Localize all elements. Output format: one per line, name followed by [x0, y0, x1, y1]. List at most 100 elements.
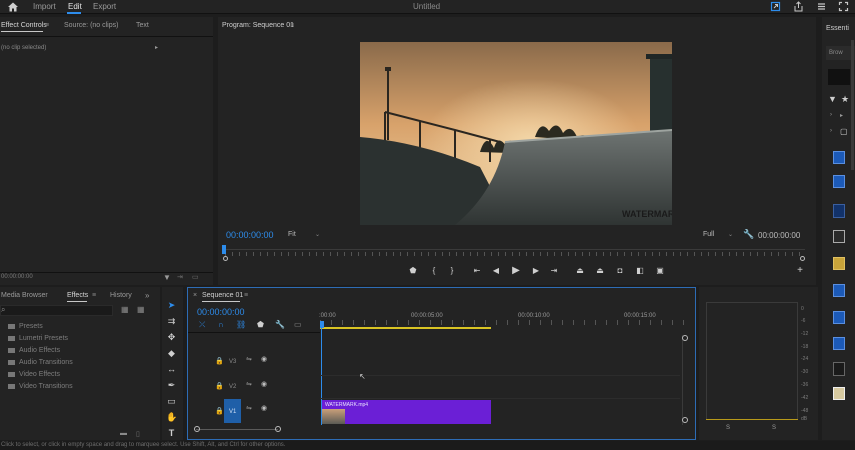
- scrub-bar[interactable]: [225, 249, 805, 250]
- list-item[interactable]: Audio Effects: [8, 347, 60, 354]
- selection-tool-icon[interactable]: ➤: [166, 300, 177, 311]
- template-thumbnail[interactable]: [833, 311, 845, 324]
- panel-menu-icon[interactable]: ≡: [244, 292, 248, 299]
- program-video-frame[interactable]: WATERMARK: [360, 42, 672, 225]
- scroll-handle-left[interactable]: [223, 256, 228, 261]
- lock-icon[interactable]: 🔒: [215, 382, 224, 390]
- expand-arrow-icon[interactable]: ▸: [155, 44, 158, 51]
- expand-arrow-icon[interactable]: ▸: [840, 112, 843, 119]
- list-item[interactable]: Video Transitions: [8, 383, 73, 390]
- add-button-icon[interactable]: +: [795, 266, 805, 276]
- multicam-icon[interactable]: ▣: [655, 266, 665, 276]
- accelerated-effects-icon[interactable]: ▦: [121, 305, 129, 314]
- template-folder-icon[interactable]: ▢: [840, 127, 848, 136]
- go-to-in-icon[interactable]: ⇤: [472, 266, 482, 276]
- settings-icon[interactable]: ▭: [192, 273, 199, 281]
- template-thumbnail[interactable]: [833, 337, 845, 350]
- camera-icon[interactable]: ◘: [615, 266, 625, 276]
- add-marker-icon[interactable]: ⬟: [257, 320, 264, 329]
- menu-edit[interactable]: Edit: [68, 2, 82, 11]
- tab-effect-controls[interactable]: Effect Controls: [1, 22, 47, 29]
- home-icon[interactable]: [7, 1, 19, 13]
- list-item[interactable]: Presets: [8, 323, 43, 330]
- sync-lock-icon[interactable]: ⇋: [246, 355, 252, 363]
- rectangle-tool-icon[interactable]: ▭: [166, 396, 177, 407]
- solo-right-button[interactable]: S: [772, 425, 776, 431]
- razor-tool-icon[interactable]: ◆: [166, 348, 177, 359]
- mark-in-icon[interactable]: {: [429, 266, 439, 276]
- expand-arrow-icon[interactable]: ›: [830, 112, 832, 118]
- delete-icon[interactable]: ▯: [136, 430, 140, 438]
- scrollbar[interactable]: [851, 40, 854, 170]
- list-item[interactable]: Video Effects: [8, 371, 60, 378]
- fullscreen-icon[interactable]: [838, 1, 849, 12]
- star-icon[interactable]: ★: [841, 94, 849, 105]
- track-select-tool-icon[interactable]: ⇉: [166, 316, 177, 327]
- program-timecode-current[interactable]: 00:00:00:00: [226, 230, 274, 240]
- tab-sequence-01[interactable]: Sequence 01: [202, 292, 243, 299]
- quality-dropdown[interactable]: Full: [703, 231, 714, 238]
- menu-icon[interactable]: [816, 1, 827, 12]
- new-folder-icon[interactable]: ▬: [120, 430, 127, 437]
- scroll-handle-right[interactable]: [275, 426, 281, 432]
- horizontal-scrollbar[interactable]: [196, 429, 278, 430]
- template-thumbnail[interactable]: [833, 204, 845, 218]
- sync-lock-icon[interactable]: ⇋: [246, 404, 252, 412]
- chevron-down-icon[interactable]: ⌄: [315, 231, 320, 238]
- wrench-icon[interactable]: 🔧: [275, 320, 285, 329]
- template-thumbnail[interactable]: [833, 362, 845, 376]
- quick-export-icon[interactable]: [770, 1, 781, 12]
- chevron-down-icon[interactable]: ⌄: [728, 231, 733, 238]
- play-icon[interactable]: ▶: [511, 266, 521, 276]
- template-thumbnail[interactable]: [833, 175, 845, 188]
- timeline-playhead-handle[interactable]: [320, 321, 324, 328]
- filter-icon[interactable]: ▼: [828, 94, 837, 104]
- fit-dropdown[interactable]: Fit: [288, 231, 296, 238]
- menu-import[interactable]: Import: [33, 2, 56, 11]
- share-icon[interactable]: [793, 1, 804, 12]
- go-to-out-icon[interactable]: ⇥: [549, 266, 559, 276]
- linked-selection-icon[interactable]: ⛓: [236, 320, 246, 329]
- hand-tool-icon[interactable]: ✋: [166, 412, 177, 423]
- tab-source[interactable]: Source: (no clips): [64, 22, 118, 29]
- pen-tool-icon[interactable]: ✒: [166, 380, 177, 391]
- work-area-bar[interactable]: [320, 327, 491, 329]
- expand-arrow-icon[interactable]: ›: [830, 128, 832, 134]
- scroll-handle-bottom[interactable]: [682, 417, 688, 423]
- panel-menu-icon[interactable]: ≡: [290, 22, 294, 29]
- tab-media-browser[interactable]: Media Browser: [1, 292, 48, 299]
- comparison-view-icon[interactable]: ◧: [635, 266, 645, 276]
- filter-icon[interactable]: ▼: [163, 273, 171, 282]
- close-icon[interactable]: ×: [193, 292, 197, 299]
- solo-left-button[interactable]: S: [726, 425, 730, 431]
- list-item[interactable]: Lumetri Presets: [8, 335, 68, 342]
- mark-out-icon[interactable]: }: [447, 266, 457, 276]
- lock-icon[interactable]: 🔒: [215, 407, 224, 415]
- menu-export[interactable]: Export: [93, 2, 116, 11]
- slip-tool-icon[interactable]: ↔: [166, 364, 177, 375]
- graphics-search-input[interactable]: [828, 69, 850, 85]
- panel-menu-icon[interactable]: ≡: [45, 22, 49, 29]
- effects-search-input[interactable]: [0, 305, 113, 316]
- timeline-timecode[interactable]: 00:00:00:00: [197, 307, 245, 317]
- scroll-handle-top[interactable]: [682, 335, 688, 341]
- vertical-scrollbar[interactable]: [682, 335, 688, 425]
- more-tabs-icon[interactable]: »: [145, 291, 149, 300]
- lift-icon[interactable]: ⏏: [575, 266, 585, 276]
- scroll-handle-right[interactable]: [800, 256, 805, 261]
- playhead[interactable]: [222, 245, 226, 254]
- add-marker-icon[interactable]: ⬟: [408, 266, 418, 276]
- wrench-icon[interactable]: 🔧: [743, 229, 754, 240]
- step-back-icon[interactable]: ◀: [491, 266, 501, 276]
- captions-icon[interactable]: ▭: [294, 320, 302, 329]
- template-thumbnail[interactable]: [833, 284, 845, 297]
- template-thumbnail[interactable]: [833, 230, 845, 243]
- tab-history[interactable]: History: [110, 292, 132, 299]
- lock-icon[interactable]: 🔒: [215, 357, 224, 365]
- eye-icon[interactable]: ◉: [261, 380, 267, 388]
- export-frame-icon[interactable]: ⇥: [177, 273, 183, 281]
- tab-text[interactable]: Text: [136, 22, 149, 29]
- type-tool-icon[interactable]: T: [166, 428, 177, 439]
- nest-icon[interactable]: ⤫: [199, 320, 205, 330]
- tab-effects[interactable]: Effects: [67, 292, 88, 299]
